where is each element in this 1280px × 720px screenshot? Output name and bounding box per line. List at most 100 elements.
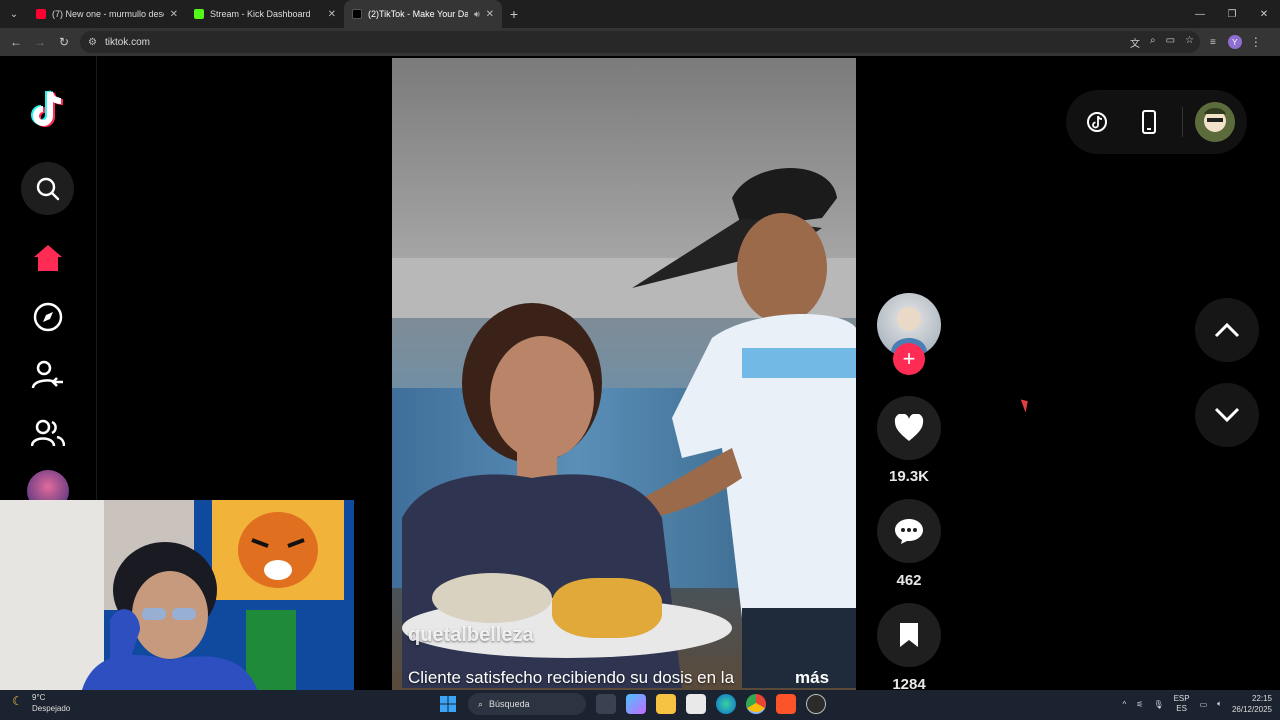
close-tab-icon[interactable]: ✕	[328, 9, 336, 20]
comment-button[interactable]	[877, 499, 941, 563]
home-icon	[33, 244, 62, 271]
restore-icon[interactable]: ❐	[1216, 0, 1248, 28]
search-icon	[36, 177, 59, 200]
tiktok-coin-icon	[1087, 112, 1107, 132]
bookmark-star-icon[interactable]: ☆	[1185, 35, 1194, 50]
lang-layout: ES	[1176, 704, 1187, 713]
volume-icon[interactable]: 🔈︎	[1217, 699, 1222, 709]
like-count: 19.3K	[888, 468, 930, 485]
previous-video-button[interactable]	[1195, 298, 1259, 362]
reload-button[interactable]: ↻	[52, 30, 76, 54]
windows-start-icon[interactable]	[438, 694, 458, 714]
moon-icon: ☾	[12, 694, 23, 708]
comment-icon	[895, 519, 923, 544]
taskbar-search[interactable]: ⌕ Búsqueda	[468, 693, 586, 715]
taskbar-search-placeholder: Búsqueda	[489, 699, 530, 709]
home-button[interactable]	[21, 231, 74, 284]
account-avatar[interactable]	[1195, 102, 1235, 142]
back-button[interactable]: ←	[4, 30, 28, 54]
address-toolbar: ← → ↻ ⚙ tiktok.com 文 ⌕ ▭ ☆ ≡ Y ⋮	[0, 28, 1280, 56]
friends-icon	[30, 419, 65, 446]
language-indicator[interactable]: ESP ES	[1174, 694, 1190, 714]
system-tray: ^ ⚟ 🎙︎ ESP ES ▭ 🔈︎ 22:15 26/12/2025	[1122, 693, 1272, 715]
zoom-icon[interactable]: ⌕	[1150, 35, 1156, 50]
follow-button[interactable]: +	[893, 343, 925, 375]
video-caption: Cliente satisfecho recibiendo su dosis e…	[408, 668, 735, 687]
friends-button[interactable]	[21, 406, 74, 459]
video-username[interactable]: quetalbelleza	[408, 624, 534, 647]
next-video-button[interactable]	[1195, 383, 1259, 447]
browser-menu-icon[interactable]: ⋮	[1250, 35, 1262, 49]
browser-tab-bar: ⌄ (7) New one - murmullo descu ✕ Stream …	[0, 0, 1280, 28]
forward-button[interactable]: →	[28, 30, 52, 54]
video-scene-food	[432, 573, 552, 623]
phone-icon	[1142, 110, 1156, 134]
tab-tiktok[interactable]: (2)TikTok - Make Your Day 🔊︎ ✕	[344, 0, 502, 28]
divider	[1182, 107, 1183, 137]
tab-kick[interactable]: Stream - Kick Dashboard ✕	[186, 0, 344, 28]
taskbar-apps: ⌕ Búsqueda	[438, 693, 826, 715]
microphone-icon[interactable]: 🎙︎	[1153, 700, 1163, 709]
webcam-overlay	[0, 500, 354, 698]
chrome-icon[interactable]	[746, 694, 766, 714]
task-view-icon[interactable]	[596, 694, 616, 714]
minimize-icon[interactable]: —	[1184, 0, 1216, 28]
tab-title: (7) New one - murmullo descu	[52, 9, 164, 19]
following-icon	[31, 360, 63, 388]
url-text: tiktok.com	[104, 36, 150, 48]
kick-favicon-icon	[194, 9, 204, 19]
header-actions	[1066, 90, 1247, 154]
like-button[interactable]	[877, 396, 941, 460]
windows-taskbar: 9°C Despejado ☾ ⌕ Búsqueda ^ ⚟ 🎙︎ ESP ES…	[0, 690, 1280, 720]
explore-button[interactable]	[21, 290, 74, 343]
copilot-icon[interactable]	[626, 694, 646, 714]
close-tab-icon[interactable]: ✕	[170, 9, 178, 20]
tray-chevron-icon[interactable]: ^	[1122, 700, 1126, 709]
obs-icon[interactable]	[806, 694, 826, 714]
get-coins-button[interactable]	[1076, 101, 1118, 143]
compass-icon	[33, 302, 62, 331]
clock[interactable]: 22:15 26/12/2025	[1232, 693, 1272, 715]
caption-more-link[interactable]: más	[795, 668, 829, 688]
address-bar[interactable]: ⚙ tiktok.com 文 ⌕ ▭ ☆	[80, 31, 1200, 53]
edge-icon[interactable]	[716, 694, 736, 714]
lang-code: ESP	[1173, 694, 1190, 703]
window-controls: — ❐ ✕	[1184, 0, 1280, 28]
save-button[interactable]	[877, 603, 941, 667]
tab-title: (2)TikTok - Make Your Day	[368, 9, 468, 19]
tab-youtube[interactable]: (7) New one - murmullo descu ✕	[28, 0, 186, 28]
profile-avatar[interactable]: Y	[1227, 35, 1242, 49]
media-control-icon[interactable]: ≡	[1210, 37, 1216, 48]
tab-title: Stream - Kick Dashboard	[210, 9, 311, 19]
file-explorer-icon[interactable]	[656, 694, 676, 714]
display-icon[interactable]: ▭	[1200, 700, 1208, 709]
chevron-up-icon	[1214, 322, 1240, 338]
close-window-icon[interactable]: ✕	[1248, 0, 1280, 28]
weather-widget[interactable]: 9°C Despejado ☾	[12, 692, 70, 714]
speaker-icon[interactable]: 🔊︎	[474, 9, 480, 20]
chevron-down-icon	[1214, 407, 1240, 423]
mouse-cursor-icon	[1020, 397, 1032, 413]
video-player[interactable]: quetalbelleza Cliente satisfecho recibie…	[392, 58, 856, 690]
translate-icon[interactable]: 文	[1130, 35, 1140, 50]
following-button[interactable]	[21, 348, 74, 401]
brave-icon[interactable]	[776, 694, 796, 714]
webcam-streamer	[80, 542, 260, 698]
close-tab-icon[interactable]: ✕	[486, 9, 494, 20]
clock-time: 22:15	[1251, 694, 1272, 703]
clock-date: 26/12/2025	[1231, 705, 1272, 714]
video-scene-food	[552, 578, 662, 638]
new-tab-button[interactable]: +	[502, 6, 526, 22]
tiktok-logo-icon[interactable]	[21, 83, 74, 136]
site-info-icon[interactable]: ⚙	[88, 37, 97, 48]
search-button[interactable]	[21, 162, 74, 215]
store-icon[interactable]	[686, 694, 706, 714]
comment-count: 462	[896, 572, 922, 589]
bookmark-icon	[900, 623, 918, 647]
network-icon[interactable]: ⚟	[1136, 700, 1143, 709]
get-app-button[interactable]	[1128, 101, 1170, 143]
heart-icon	[894, 414, 924, 441]
tab-search-dropdown[interactable]: ⌄	[0, 0, 28, 28]
youtube-favicon-icon	[36, 9, 46, 19]
cast-icon[interactable]: ▭	[1166, 35, 1175, 50]
